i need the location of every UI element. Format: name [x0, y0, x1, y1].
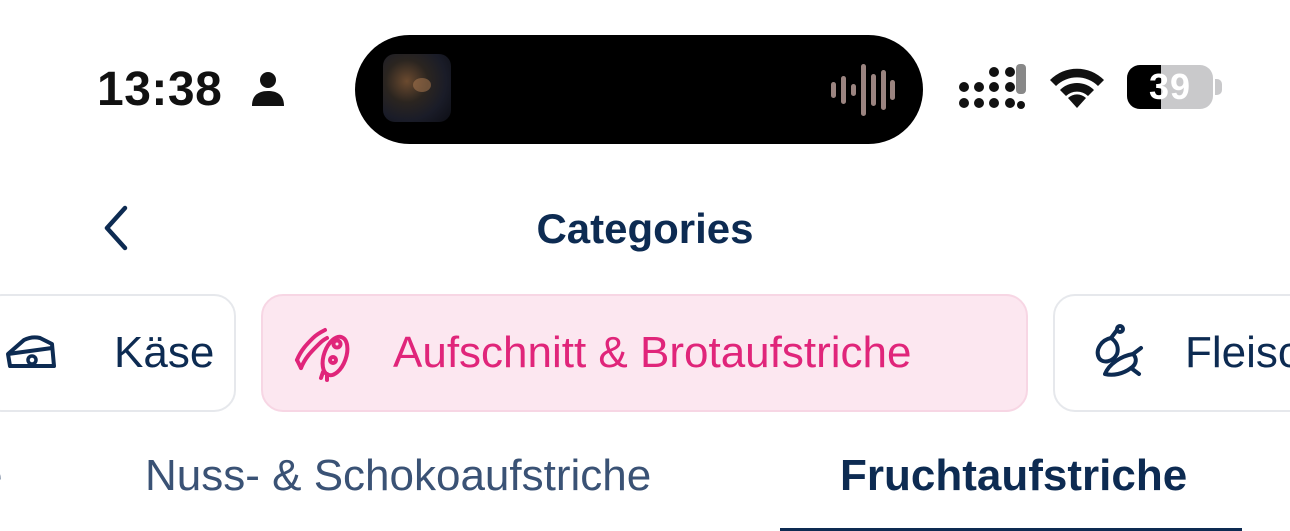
back-button[interactable]: [86, 196, 146, 260]
signal-icon: [959, 64, 1026, 109]
category-chip-fleisch[interactable]: Fleisch: [1053, 294, 1290, 412]
status-time: 13:38: [97, 63, 223, 116]
album-art[interactable]: [383, 54, 451, 122]
subcategory-tab-row[interactable]: e Nuss- & Schokoaufstriche Fruchtaufstri…: [0, 436, 1290, 531]
category-chip-aufschnitt[interactable]: Aufschnitt & Brotaufstriche: [261, 294, 1028, 412]
category-chip-kaese[interactable]: Käse: [0, 294, 236, 412]
waveform-icon: [831, 64, 895, 116]
subcategory-tab-nuss-schoko[interactable]: Nuss- & Schokoaufstriche: [145, 448, 651, 504]
chip-label-kaese: Käse: [114, 328, 215, 377]
chevron-left-icon: [104, 205, 128, 251]
meat-fish-icon: [1095, 324, 1143, 377]
status-bar: 13:38 39: [0, 0, 1290, 170]
cheese-icon: [6, 335, 56, 368]
subcategory-tab-previous[interactable]: e: [0, 448, 2, 504]
battery-level: 39: [1148, 66, 1192, 107]
battery-icon: 39: [1127, 65, 1213, 109]
page-title: Categories: [536, 205, 754, 252]
category-chip-row[interactable]: Käse Aufschnitt & Brotaufstriche Fleisc: [0, 294, 1290, 416]
person-icon: [252, 72, 284, 106]
cold-cuts-icon: [295, 328, 350, 382]
wifi-icon: [1050, 68, 1104, 108]
chip-label-fleisch: Fleisch: [1185, 328, 1290, 377]
dynamic-island-now-playing[interactable]: [355, 35, 923, 144]
chip-label-aufschnitt: Aufschnitt & Brotaufstriche: [393, 328, 912, 377]
subcategory-tab-fruchtaufstriche[interactable]: Fruchtaufstriche: [840, 448, 1187, 504]
battery-tip: [1215, 79, 1222, 95]
